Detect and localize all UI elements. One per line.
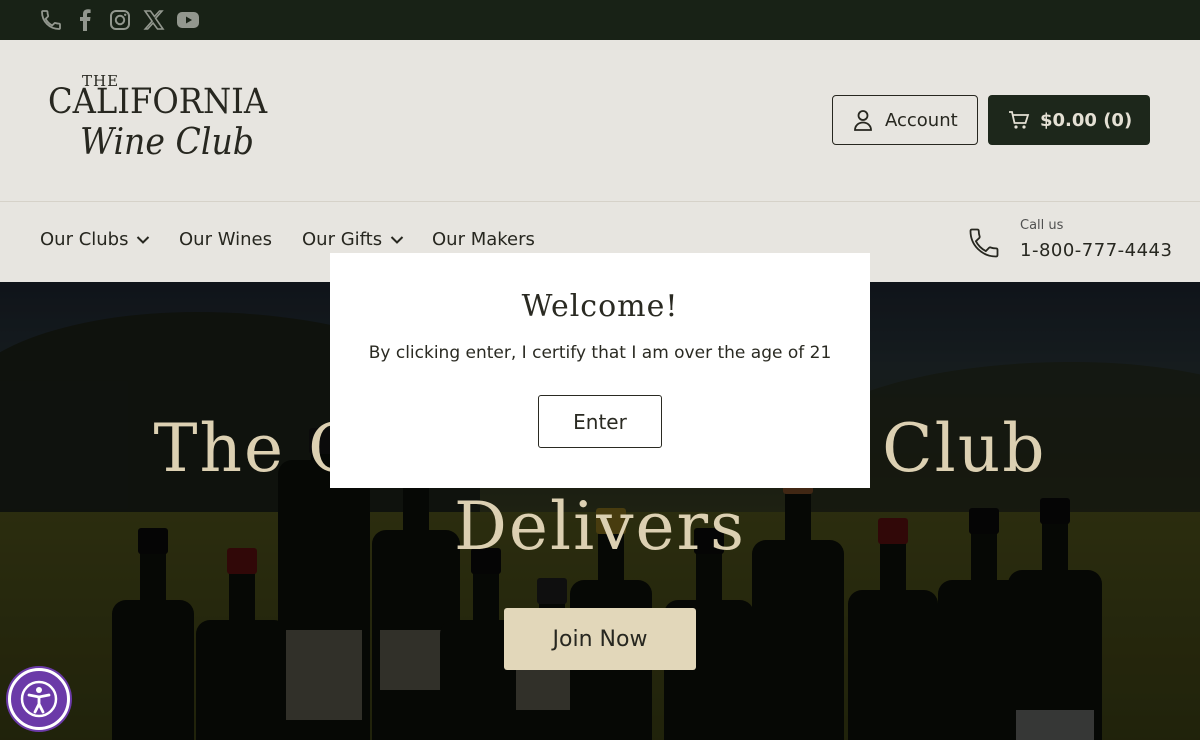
facebook-icon[interactable] <box>72 8 98 32</box>
hero-title-line-2: Delivers <box>454 488 746 565</box>
enter-button[interactable]: Enter <box>538 395 662 448</box>
nav-item-label: Our Clubs <box>40 229 129 250</box>
logo-line-2: CALIFORNIA <box>48 82 268 122</box>
cart-button[interactable]: $0.00 (0) <box>988 95 1150 145</box>
nav-item-our-makers[interactable]: Our Makers <box>432 229 535 250</box>
x-icon[interactable] <box>141 8 167 32</box>
phone-icon[interactable] <box>38 8 64 32</box>
cart-icon <box>1009 111 1030 129</box>
chevron-down-icon <box>390 235 404 244</box>
join-now-label: Join Now <box>552 626 648 652</box>
nav-item-label: Our Wines <box>179 229 272 250</box>
cart-label: $0.00 (0) <box>1040 109 1133 131</box>
modal-title: Welcome! <box>521 289 679 324</box>
site-logo[interactable]: THE CALIFORNIA Wine Club <box>48 72 288 168</box>
chevron-down-icon <box>137 235 150 244</box>
account-label: Account <box>885 109 958 131</box>
phone-number-link[interactable]: 1-800-777-4443 <box>1020 240 1172 261</box>
account-button[interactable]: Account <box>832 95 978 145</box>
nav-item-our-gifts[interactable]: Our Gifts <box>302 229 404 250</box>
accessibility-button[interactable] <box>8 668 70 730</box>
phone-icon[interactable] <box>966 224 1002 266</box>
nav-item-label: Our Gifts <box>302 229 383 250</box>
age-verification-modal: Welcome! By clicking enter, I certify th… <box>330 253 870 488</box>
call-us-label: Call us <box>1020 218 1064 233</box>
social-bar <box>0 0 1200 40</box>
user-icon <box>854 110 872 131</box>
instagram-icon[interactable] <box>107 8 133 32</box>
nav-item-our-clubs[interactable]: Our Clubs <box>40 229 150 250</box>
modal-message: By clicking enter, I certify that I am o… <box>368 343 832 363</box>
accessibility-icon <box>20 680 58 718</box>
join-now-button[interactable]: Join Now <box>504 608 696 670</box>
enter-button-label: Enter <box>573 409 627 434</box>
nav-item-label: Our Makers <box>432 229 535 250</box>
nav-item-our-wines[interactable]: Our Wines <box>179 229 272 250</box>
site-header: THE CALIFORNIA Wine Club Account $0.00 (… <box>0 40 1200 202</box>
logo-line-3: Wine Club <box>80 122 254 163</box>
youtube-icon[interactable] <box>175 8 201 32</box>
